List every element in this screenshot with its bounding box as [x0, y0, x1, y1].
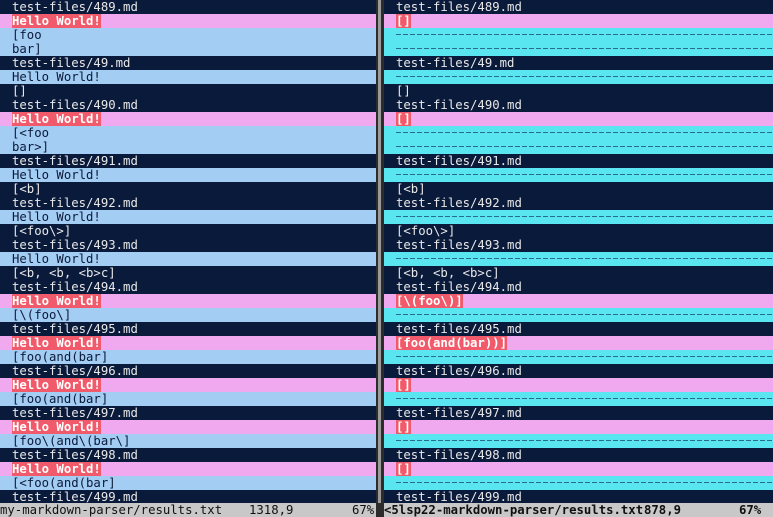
left-diff-line: Hello World! — [0, 252, 376, 266]
left-diff-line: test-files/492.md — [0, 196, 376, 210]
left-diff-line: Hello World! — [0, 378, 376, 392]
left-diff-line: Hello World! — [0, 210, 376, 224]
right-diff-line: [foo(and(bar))] — [384, 336, 773, 350]
left-diff-line: [] — [0, 84, 376, 98]
right-status-position: 878,9 — [644, 503, 682, 517]
status-divider — [376, 503, 384, 517]
left-diff-line: [foo — [0, 28, 376, 42]
changed-text-highlight: [] — [396, 14, 411, 28]
left-diff-line: test-files/499.md — [0, 490, 376, 503]
right-diff-filler-line — [384, 126, 773, 140]
changed-text-highlight: [foo(and(bar))] — [396, 336, 508, 350]
left-diff-line: Hello World! — [0, 420, 376, 434]
changed-text-highlight: [\(foo\)] — [396, 294, 463, 308]
right-diff-line: [] — [384, 378, 773, 392]
left-diff-line: [<foo(and(bar] — [0, 476, 376, 490]
right-diff-line: [<foo\>] — [384, 224, 773, 238]
right-diff-line: [] — [384, 112, 773, 126]
right-status-percent: 67% — [739, 503, 762, 517]
right-diff-line: test-files/49.md — [384, 56, 773, 70]
left-diff-line: [foo(and(bar] — [0, 350, 376, 364]
right-diff-line: test-files/499.md — [384, 490, 773, 503]
right-diff-filler-line — [384, 476, 773, 490]
right-diff-line: [] — [384, 84, 773, 98]
right-diff-line: [] — [384, 14, 773, 28]
left-diff-line: test-files/498.md — [0, 448, 376, 462]
right-diff-line: [<b] — [384, 182, 773, 196]
left-diff-line: Hello World! — [0, 70, 376, 84]
left-diff-line: test-files/495.md — [0, 322, 376, 336]
left-diff-line: test-files/490.md — [0, 98, 376, 112]
right-diff-line: test-files/495.md — [384, 322, 773, 336]
right-diff-line: test-files/497.md — [384, 406, 773, 420]
left-diff-line: test-files/491.md — [0, 154, 376, 168]
right-diff-filler-line — [384, 168, 773, 182]
left-diff-line: [<foo — [0, 126, 376, 140]
left-diff-line: test-files/496.md — [0, 364, 376, 378]
changed-text-highlight: Hello World! — [12, 294, 101, 308]
right-diff-line: test-files/492.md — [384, 196, 773, 210]
right-diff-filler-line — [384, 140, 773, 154]
left-diff-line: Hello World! — [0, 14, 376, 28]
left-diff-line: [<foo\>] — [0, 224, 376, 238]
right-diff-filler-line — [384, 308, 773, 322]
right-diff-line: test-files/491.md — [384, 154, 773, 168]
right-diff-line: test-files/494.md — [384, 280, 773, 294]
changed-text-highlight: Hello World! — [12, 462, 101, 476]
left-diff-line: bar>] — [0, 140, 376, 154]
left-diff-line: test-files/49.md — [0, 56, 376, 70]
left-diff-line: Hello World! — [0, 462, 376, 476]
right-diff-line: test-files/496.md — [384, 364, 773, 378]
left-diff-line: test-files/489.md — [0, 0, 376, 14]
changed-text-highlight: [] — [396, 378, 411, 392]
right-diff-line: [] — [384, 462, 773, 476]
changed-text-highlight: [] — [396, 420, 411, 434]
right-diff-line: [<b, <b, <b>c] — [384, 266, 773, 280]
left-status-percent: 67% — [352, 503, 375, 517]
left-status-filename: my-markdown-parser/results.txt — [0, 503, 223, 517]
right-diff-filler-line — [384, 210, 773, 224]
right-diff-filler-line — [384, 70, 773, 84]
right-diff-filler-line — [384, 252, 773, 266]
left-diff-pane[interactable]: test-files/489.md Hello World! [foo bar] tes… — [0, 0, 376, 503]
left-diff-line: [<b] — [0, 182, 376, 196]
changed-text-highlight: Hello World! — [12, 14, 101, 28]
changed-text-highlight: Hello World! — [12, 420, 101, 434]
left-diff-line: [\(foo\] — [0, 308, 376, 322]
right-diff-pane[interactable]: test-files/489.md[] test-files/49.md[] tes… — [384, 0, 773, 503]
left-status-position: 1318,9 — [249, 503, 294, 517]
status-bar: my-markdown-parser/results.txt 1318,9 67… — [0, 503, 773, 517]
right-diff-filler-line — [384, 350, 773, 364]
right-diff-line: test-files/489.md — [384, 0, 773, 14]
vertical-split-divider[interactable] — [376, 0, 384, 503]
right-diff-line: [] — [384, 420, 773, 434]
right-diff-line: test-files/498.md — [384, 448, 773, 462]
left-diff-line: Hello World! — [0, 168, 376, 182]
changed-text-highlight: Hello World! — [12, 336, 101, 350]
left-diff-line: [<b, <b, <b>c] — [0, 266, 376, 280]
right-diff-filler-line — [384, 28, 773, 42]
left-diff-line: [foo(and(bar] — [0, 392, 376, 406]
left-diff-line: Hello World! — [0, 112, 376, 126]
right-diff-filler-line — [384, 42, 773, 56]
left-diff-line: bar] — [0, 42, 376, 56]
left-diff-line: test-files/494.md — [0, 280, 376, 294]
right-diff-filler-line — [384, 434, 773, 448]
changed-text-highlight: Hello World! — [12, 112, 101, 126]
left-diff-line: Hello World! — [0, 336, 376, 350]
left-diff-line: Hello World! — [0, 294, 376, 308]
right-diff-line: test-files/490.md — [384, 98, 773, 112]
right-status-filename: <5lsp22-markdown-parser/results.txt — [384, 503, 644, 517]
right-diff-line: test-files/493.md — [384, 238, 773, 252]
right-diff-filler-line — [384, 392, 773, 406]
left-diff-line: test-files/497.md — [0, 406, 376, 420]
left-diff-line: test-files/493.md — [0, 238, 376, 252]
changed-text-highlight: [] — [396, 112, 411, 126]
right-diff-line: [\(foo\)] — [384, 294, 773, 308]
changed-text-highlight: [] — [396, 462, 411, 476]
changed-text-highlight: Hello World! — [12, 378, 101, 392]
left-diff-line: [foo\(and\(bar\] — [0, 434, 376, 448]
